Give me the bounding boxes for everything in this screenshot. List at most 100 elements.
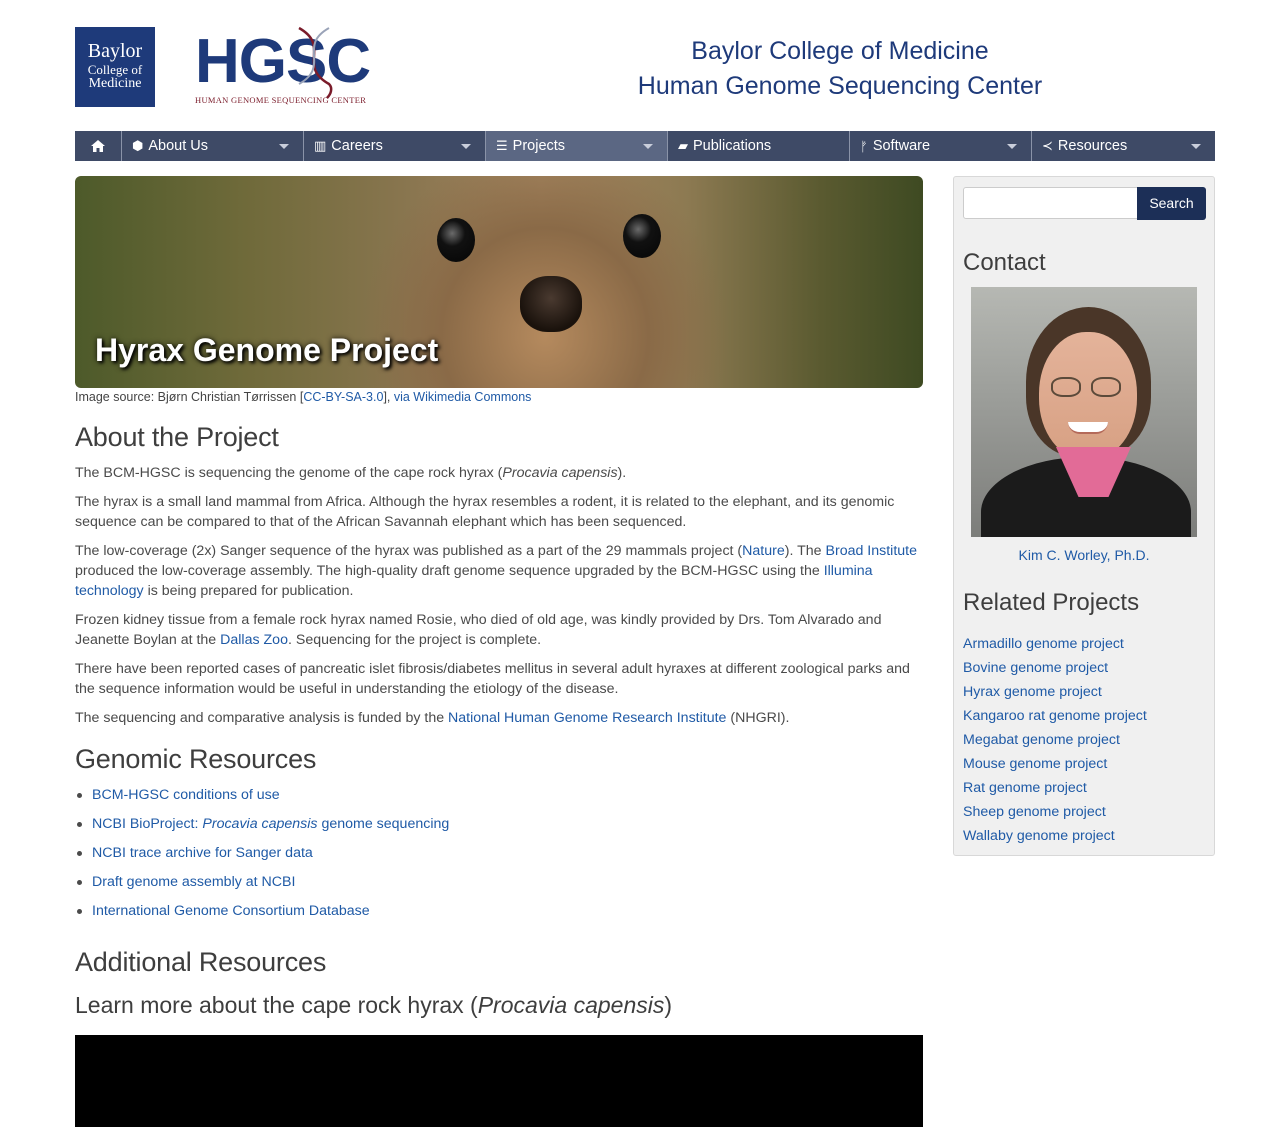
nav-about-us[interactable]: ⬢ About Us <box>122 131 304 161</box>
additional-sub-b: ) <box>664 992 673 1018</box>
chevron-down-icon <box>643 144 653 149</box>
bioproject-species: Procavia capensis <box>202 816 318 832</box>
photo-face <box>1039 332 1137 460</box>
nav-publications[interactable]: ▰ Publications <box>668 131 850 161</box>
nav-software[interactable]: ᚠ Software <box>850 131 1032 161</box>
list-item: Rat genome project <box>963 776 1147 800</box>
nav-projects[interactable]: ☰ Projects <box>486 131 668 161</box>
contact-name-link[interactable]: Kim C. Worley, Ph.D. <box>954 547 1214 563</box>
genome-consortium-link[interactable]: International Genome Consortium Database <box>92 903 370 919</box>
list-item: International Genome Consortium Database <box>77 901 923 921</box>
nature-link[interactable]: Nature <box>742 543 785 559</box>
draft-assembly-link[interactable]: Draft genome assembly at NCBI <box>92 874 295 890</box>
chevron-down-icon <box>1007 144 1017 149</box>
chevron-down-icon <box>1191 144 1201 149</box>
photo-glasses-left <box>1051 377 1081 397</box>
related-armadillo-link[interactable]: Armadillo genome project <box>963 636 1124 652</box>
about-paragraph-4: Frozen kidney tissue from a female rock … <box>75 610 923 650</box>
nhgri-link[interactable]: National Human Genome Research Institute <box>448 710 726 726</box>
search-button[interactable]: Search <box>1137 187 1206 220</box>
list-item: Hyrax genome project <box>963 680 1147 704</box>
database-icon: ☰ <box>496 138 508 153</box>
p6-text-a: The sequencing and comparative analysis … <box>75 710 449 726</box>
home-icon <box>91 140 105 152</box>
list-item: Megabat genome project <box>963 728 1147 752</box>
list-item: Armadillo genome project <box>963 632 1147 656</box>
nav-careers[interactable]: ▥ Careers <box>304 131 486 161</box>
related-megabat-link[interactable]: Megabat genome project <box>963 732 1120 748</box>
p1-species: Procavia capensis <box>502 465 618 481</box>
list-item: BCM-HGSC conditions of use <box>77 785 923 805</box>
list-item: Wallaby genome project <box>963 824 1147 848</box>
p1-text-a: The BCM-HGSC is sequencing the genome of… <box>75 465 503 481</box>
list-item: Kangaroo rat genome project <box>963 704 1147 728</box>
list-item: Bovine genome project <box>963 656 1147 680</box>
about-paragraph-1: The BCM-HGSC is sequencing the genome of… <box>75 463 923 483</box>
chevron-down-icon <box>279 144 289 149</box>
about-heading: About the Project <box>75 422 279 452</box>
p3-text-b: ). The <box>784 543 826 559</box>
list-item: Mouse genome project <box>963 752 1147 776</box>
nav-resources[interactable]: ≺ Resources <box>1032 131 1215 161</box>
related-hyrax-link[interactable]: Hyrax genome project <box>963 684 1102 700</box>
site-title-line2: Human Genome Sequencing Center <box>637 72 1043 100</box>
related-kangaroo-rat-link[interactable]: Kangaroo rat genome project <box>963 708 1147 724</box>
bioproject-text-b: genome sequencing <box>317 816 450 832</box>
contact-photo[interactable] <box>971 287 1197 537</box>
related-wallaby-link[interactable]: Wallaby genome project <box>963 828 1115 844</box>
bcm-logo[interactable]: Baylor College of Medicine <box>75 27 155 107</box>
nav-software-label: Software <box>872 138 931 154</box>
about-paragraph-2: The hyrax is a small land mammal from Af… <box>75 494 895 530</box>
list-item: NCBI BioProject: Procavia capensis genom… <box>77 814 923 834</box>
nav-resources-label: Resources <box>1057 138 1128 154</box>
p4-text-b: . Sequencing for the project is complete… <box>287 632 542 648</box>
hyrax-nose <box>520 276 582 332</box>
hyrax-banner-image: Hyrax Genome Project <box>75 176 923 388</box>
about-paragraph-3: The low-coverage (2x) Sanger sequence of… <box>75 541 923 601</box>
book-icon: ▰ <box>678 138 688 153</box>
conditions-of-use-link[interactable]: BCM-HGSC conditions of use <box>92 787 280 803</box>
p6-text-b: (NHGRI). <box>726 710 790 726</box>
video-player[interactable] <box>75 1035 923 1127</box>
photo-glasses-right <box>1091 377 1121 397</box>
nav-home[interactable] <box>75 131 122 161</box>
nav-projects-label: Projects <box>512 138 566 154</box>
additional-heading: Additional Resources <box>75 947 327 977</box>
site-title: Baylor College of Medicine Human Genome … <box>615 34 1065 104</box>
p1-text-b: ). <box>617 465 627 481</box>
genomic-resources-list: BCM-HGSC conditions of use NCBI BioProje… <box>77 785 923 921</box>
banner-title: Hyrax Genome Project <box>95 332 439 368</box>
dallas-zoo-link[interactable]: Dallas Zoo <box>220 632 288 648</box>
hyrax-right-eye <box>623 214 661 258</box>
nav-careers-label: Careers <box>331 138 383 154</box>
p3-text-c: produced the low-coverage assembly. The … <box>75 563 824 579</box>
search-input[interactable] <box>963 187 1138 219</box>
additional-sub-a: Learn more about the cape rock hyrax ( <box>75 992 478 1018</box>
wikimedia-link[interactable]: via Wikimedia Commons <box>394 390 532 404</box>
code-fork-icon: ᚠ <box>860 138 868 154</box>
bcm-logo-line1: Baylor <box>87 40 143 62</box>
list-item: NCBI trace archive for Sanger data <box>77 843 923 863</box>
related-mouse-link[interactable]: Mouse genome project <box>963 756 1107 772</box>
broad-institute-link[interactable]: Broad Institute <box>826 543 918 559</box>
image-source-mid: ], <box>383 390 394 404</box>
nav-about-us-label: About Us <box>148 138 209 154</box>
license-link[interactable]: CC-BY-SA-3.0 <box>303 390 383 404</box>
related-bovine-link[interactable]: Bovine genome project <box>963 660 1108 676</box>
hgsc-logo[interactable]: HGSC HUMAN GENOME SEQUENCING CENTER <box>195 26 395 106</box>
main-content: About the Project The BCM-HGSC is sequen… <box>75 422 923 1019</box>
about-paragraph-6: The sequencing and comparative analysis … <box>75 708 923 728</box>
hyrax-left-eye <box>437 218 475 262</box>
nav-publications-label: Publications <box>693 138 772 154</box>
ncbi-bioproject-link[interactable]: NCBI BioProject: Procavia capensis genom… <box>92 816 449 832</box>
related-rat-link[interactable]: Rat genome project <box>963 780 1087 796</box>
site-title-line1: Baylor College of Medicine <box>691 37 989 65</box>
bcm-logo-line3: Medicine <box>88 76 142 91</box>
related-sheep-link[interactable]: Sheep genome project <box>963 804 1106 820</box>
additional-sub-species: Procavia capensis <box>477 992 665 1018</box>
p3-text-d: is being prepared for publication. <box>143 583 354 599</box>
main-nav: ⬢ About Us ▥ Careers ☰ Projects ▰ Public… <box>75 131 1215 161</box>
photo-smile <box>1068 422 1108 434</box>
ncbi-trace-archive-link[interactable]: NCBI trace archive for Sanger data <box>92 845 313 861</box>
list-item: Sheep genome project <box>963 800 1147 824</box>
